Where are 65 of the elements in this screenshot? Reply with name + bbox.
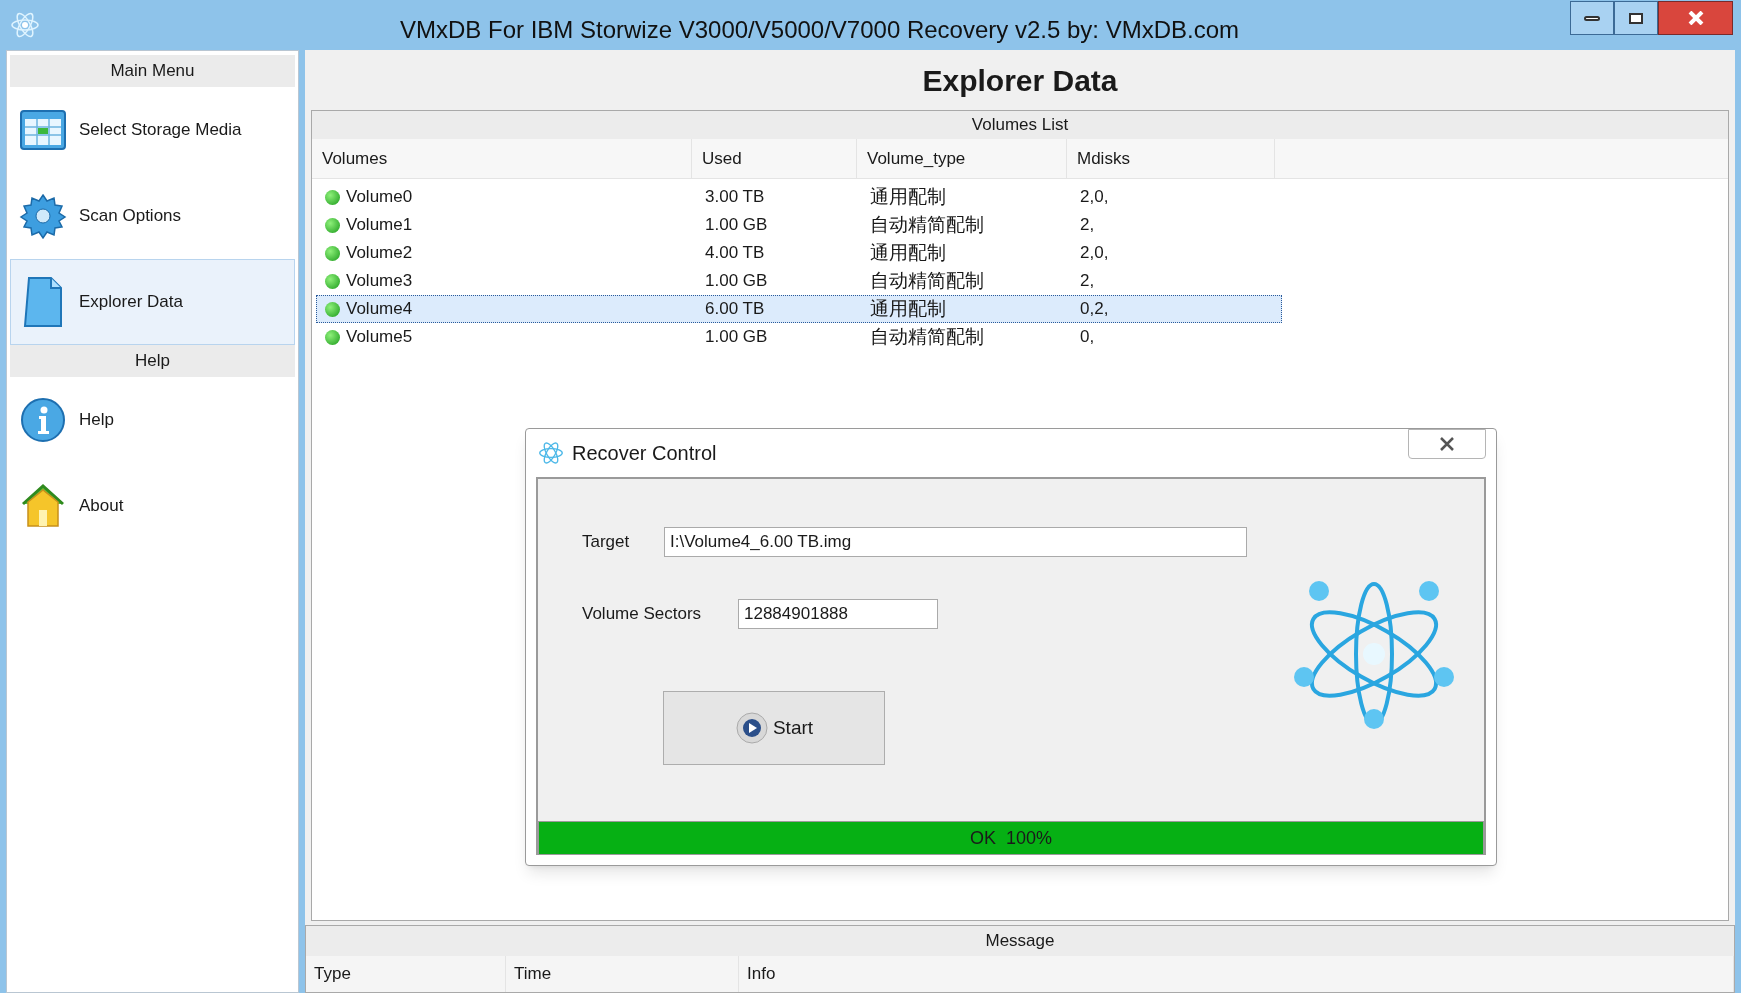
column-header[interactable]: Volumes [312,139,692,178]
table-cell-text: 1.00 GB [705,214,768,237]
table-cell-text: 2, [1080,270,1095,293]
column-header[interactable]: Mdisks [1067,139,1275,178]
table-cell-text: Volume4 [346,298,413,321]
table-cell-text: 2,0, [1080,242,1109,265]
play-gear-icon [734,711,769,745]
table-cell-text: 通用配制 [870,296,946,321]
atom-icon [10,10,40,40]
table-cell-text: 自动精简配制 [870,212,984,237]
table-cell-text: 2,0, [1080,186,1109,209]
table-cell-text: Volume5 [346,326,413,349]
table-cell-text: 6.00 TB [705,298,765,321]
table-cell-text: 1.00 GB [705,326,768,349]
table-cell-text: 2, [1080,214,1095,237]
table-cell-text: 通用配制 [870,240,946,265]
input-field[interactable]: I:\Volume4_6.00 TB.img [664,527,1247,557]
dialog-title: Recover Control [572,441,717,466]
close-button[interactable] [1408,429,1486,459]
table-cell-text: 0, [1080,326,1095,349]
table-row[interactable]: Volume0 3.00 TB 通用配制 2,0, [316,183,1282,211]
maximize-button[interactable] [1614,1,1658,35]
table-cell-text: 1.00 GB [705,270,768,293]
progress-text: OK 100% [968,826,1053,850]
close-button[interactable] [1658,1,1733,35]
panel-title: Message [306,926,1734,956]
minimize-button[interactable] [1570,1,1614,35]
table-row[interactable]: Volume2 4.00 TB 通用配制 2,0, [316,239,1282,267]
house-icon [19,482,67,530]
field-label: Volume Sectors [582,603,703,626]
column-header[interactable]: Info [739,956,1734,992]
column-header[interactable]: Time [506,956,739,992]
start-button[interactable]: Start [663,691,885,765]
table-cell-text: 3.00 TB [705,186,765,209]
section-header: Help [10,345,295,377]
column-header[interactable]: Type [306,956,506,992]
document-icon [21,276,65,328]
column-header[interactable]: Volume_type [857,139,1067,178]
table-row[interactable]: Volume3 1.00 GB 自动精简配制 2, [316,267,1282,295]
table-cell-text: Volume1 [346,214,413,237]
table-cell-text: Volume2 [346,242,413,265]
table-cell-text: 通用配制 [870,184,946,209]
sidebar-item[interactable]: Explorer Data [10,259,295,345]
info-icon [19,396,67,444]
gear-icon [19,192,67,240]
table-cell-text: 4.00 TB [705,242,765,265]
table-cell-text: 自动精简配制 [870,268,984,293]
panel-title: Volumes List [312,111,1728,139]
page-title: Explorer Data [921,62,1119,99]
column-header[interactable]: Used [692,139,857,178]
close-icon [1687,11,1704,25]
table-row[interactable]: Volume1 1.00 GB 自动精简配制 2, [316,211,1282,239]
table-row[interactable]: Volume4 6.00 TB 通用配制 0,2, [316,295,1282,323]
table-cell-text: 自动精简配制 [870,324,984,349]
close-icon [1439,436,1455,452]
table-row[interactable]: Volume5 1.00 GB 自动精简配制 0, [316,323,1282,351]
field-label: Target [582,531,631,554]
input-field[interactable]: 12884901888 [738,599,938,629]
table-cell-text: Volume3 [346,270,413,293]
table-cell-text: Volume0 [346,186,413,209]
atom-icon [538,440,564,466]
table-icon [18,107,68,153]
table-cell-text: 0,2, [1080,298,1109,321]
window-title: VMxDB For IBM Storwize V3000/V5000/V7000 Recovery v2.5 by: VMxDB.com [400,15,1239,45]
section-header: Main Menu [10,55,295,87]
